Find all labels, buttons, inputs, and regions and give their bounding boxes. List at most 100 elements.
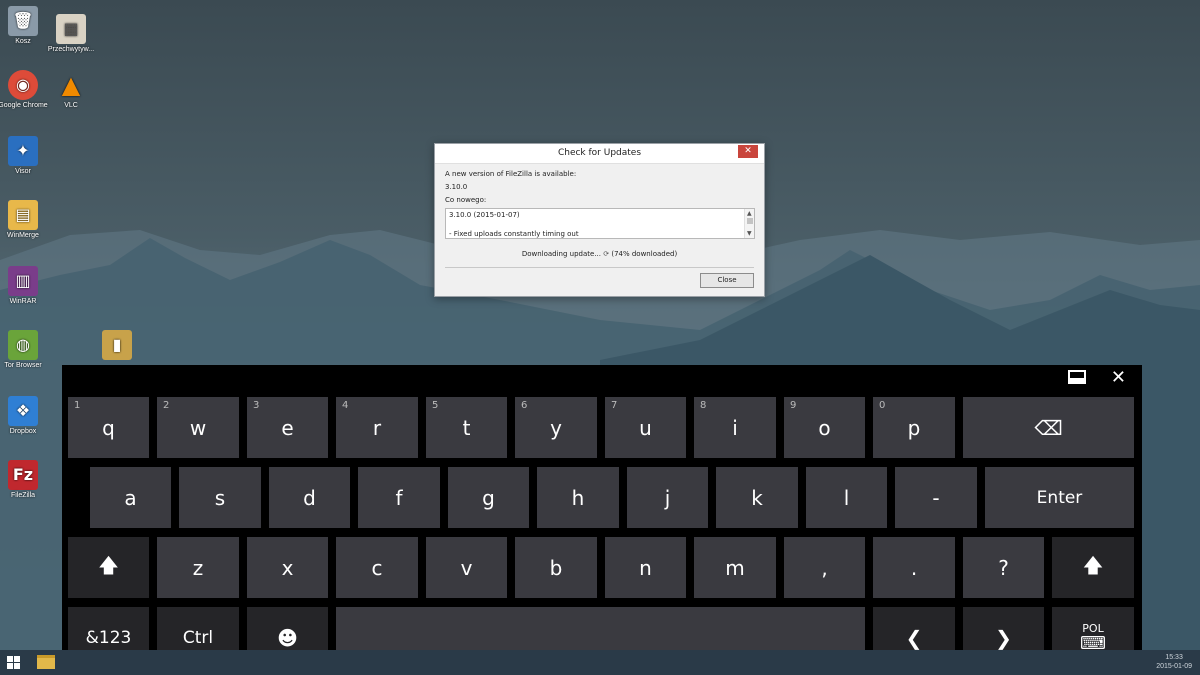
key-q[interactable]: 1q: [68, 397, 149, 458]
language-indicator: POL ⌨: [1080, 622, 1106, 653]
key-n[interactable]: n: [605, 537, 686, 598]
key-x[interactable]: x: [247, 537, 328, 598]
key-s[interactable]: s: [179, 467, 261, 528]
taskbar-clock[interactable]: 15:33 2015-01-09: [1156, 653, 1192, 671]
filezilla-icon: Fz: [8, 460, 38, 490]
download-status-text: Downloading update...: [521, 250, 601, 258]
desktop-icon-label: Dropbox: [9, 428, 37, 435]
close-button[interactable]: Close: [700, 273, 754, 288]
chrome-icon: ◉: [8, 70, 38, 100]
folder-icon: ▮: [102, 330, 132, 360]
key-backspace[interactable]: ⌫: [963, 397, 1134, 458]
download-progress: Downloading update... ⟳ (74% downloaded): [435, 250, 764, 258]
desktop-icon-label: FileZilla: [10, 492, 36, 499]
release-notes-line: - Fixed uploads constantly timing out: [449, 230, 579, 238]
scroll-thumb[interactable]: [747, 218, 753, 224]
key-enter[interactable]: Enter: [985, 467, 1134, 528]
scroll-up-icon[interactable]: ▲: [747, 210, 752, 217]
tor-icon: ◍: [8, 330, 38, 360]
key-l[interactable]: l: [806, 467, 887, 528]
close-keyboard-icon[interactable]: ✕: [1111, 367, 1126, 388]
key-y[interactable]: 6y: [515, 397, 597, 458]
key-g[interactable]: g: [448, 467, 529, 528]
key-o[interactable]: 9o: [784, 397, 865, 458]
key-z[interactable]: z: [157, 537, 239, 598]
desktop-icon-vlc[interactable]: ▲ VLC: [44, 70, 98, 110]
desktop-icon-label: Visor: [15, 168, 31, 175]
key-shift-right[interactable]: 🡅: [1052, 537, 1134, 598]
desktop-icon-label: WinRAR: [9, 298, 37, 305]
touch-keyboard: ✕ 1q 2w 3e 4r 5t 6y 7u 8i 9o 0p ⌫ a s d …: [62, 365, 1142, 675]
desktop-icon-label: WinMerge: [7, 232, 39, 239]
chevron-left-icon: ❮: [905, 625, 923, 650]
clock-date: 2015-01-09: [1156, 663, 1192, 670]
chevron-right-icon: ❯: [995, 625, 1012, 650]
key-k[interactable]: k: [716, 467, 798, 528]
key-b[interactable]: b: [515, 537, 597, 598]
key-i[interactable]: 8i: [694, 397, 776, 458]
release-notes-box[interactable]: 3.10.0 (2015-01-07) - Fixed uploads cons…: [445, 208, 755, 239]
desktop-icon-folder[interactable]: ▦ Przechwytyw...: [44, 14, 98, 54]
desktop-icon-visor[interactable]: ✦ Visor: [0, 136, 50, 176]
key-shift-left[interactable]: 🡅: [68, 537, 149, 598]
key-w[interactable]: 2w: [157, 397, 239, 458]
key-d[interactable]: d: [269, 467, 350, 528]
key-question[interactable]: ?: [963, 537, 1044, 598]
dock-keyboard-icon[interactable]: [1068, 370, 1086, 384]
desktop-icon-folder-2[interactable]: ▮: [90, 330, 144, 362]
folder-icon: ▦: [56, 14, 86, 44]
clock-time: 15:33: [1165, 654, 1183, 661]
key-f[interactable]: f: [358, 467, 440, 528]
key-t[interactable]: 5t: [426, 397, 507, 458]
keyboard-toolbar: ✕: [62, 365, 1142, 395]
start-button[interactable]: [7, 656, 21, 670]
desktop-icon-label: Kosz: [15, 38, 31, 45]
backspace-icon: ⌫: [1034, 415, 1063, 440]
key-v[interactable]: v: [426, 537, 507, 598]
key-r[interactable]: 4r: [336, 397, 418, 458]
desktop-icon-winrar[interactable]: ▥ WinRAR: [0, 266, 50, 306]
emoji-icon: ☻: [277, 625, 298, 650]
desktop-icon-filezilla[interactable]: Fz FileZilla: [0, 460, 50, 500]
scroll-down-icon[interactable]: ▼: [747, 230, 752, 237]
visor-icon: ✦: [8, 136, 38, 166]
download-percent-text: (74% downloaded): [611, 250, 678, 258]
winmerge-icon: ▤: [8, 200, 38, 230]
key-p[interactable]: 0p: [873, 397, 955, 458]
dialog-titlebar[interactable]: Check for Updates ✕: [435, 144, 764, 164]
key-comma[interactable]: ,: [784, 537, 865, 598]
update-available-text: A new version of FileZilla is available:: [445, 170, 577, 178]
key-m[interactable]: m: [694, 537, 776, 598]
check-for-updates-dialog: Check for Updates ✕ A new version of Fil…: [434, 143, 765, 297]
new-version-number: 3.10.0: [445, 183, 468, 191]
desktop-icon-winmerge[interactable]: ▤ WinMerge: [0, 200, 50, 240]
release-notes-line: 3.10.0 (2015-01-07): [449, 211, 520, 219]
key-e[interactable]: 3e: [247, 397, 328, 458]
key-c[interactable]: c: [336, 537, 418, 598]
desktop-icon-chrome[interactable]: ◉ Google Chrome: [0, 70, 50, 110]
dialog-close-icon[interactable]: ✕: [738, 145, 758, 158]
busy-spinner-icon: ⟳: [603, 250, 610, 258]
desktop-icon-recycle-bin[interactable]: 🗑 Kosz: [0, 6, 50, 46]
desktop-icon-tor[interactable]: ◍ Tor Browser: [0, 330, 50, 370]
key-h[interactable]: h: [537, 467, 619, 528]
desktop-icon-dropbox[interactable]: ❖ Dropbox: [0, 396, 50, 436]
key-period[interactable]: .: [873, 537, 955, 598]
desktop-icon-label: Przechwytyw...: [47, 46, 95, 53]
key-hyphen[interactable]: -: [895, 467, 977, 528]
desktop-icon-label: VLC: [64, 102, 78, 109]
winrar-icon: ▥: [8, 266, 38, 296]
dropbox-icon: ❖: [8, 396, 38, 426]
file-explorer-icon[interactable]: [37, 655, 55, 669]
vlc-icon: ▲: [61, 71, 81, 99]
dialog-separator: [445, 267, 754, 268]
key-u[interactable]: 7u: [605, 397, 686, 458]
shift-icon: 🡅: [1082, 552, 1104, 577]
dialog-title: Check for Updates: [557, 148, 642, 158]
release-notes-scrollbar[interactable]: ▲ ▼: [744, 209, 754, 238]
key-a[interactable]: a: [90, 467, 171, 528]
desktop-icon-label: Google Chrome: [0, 102, 48, 109]
whats-new-label: Co nowego:: [445, 196, 487, 204]
taskbar: 15:33 2015-01-09: [0, 650, 1200, 675]
key-j[interactable]: j: [627, 467, 708, 528]
